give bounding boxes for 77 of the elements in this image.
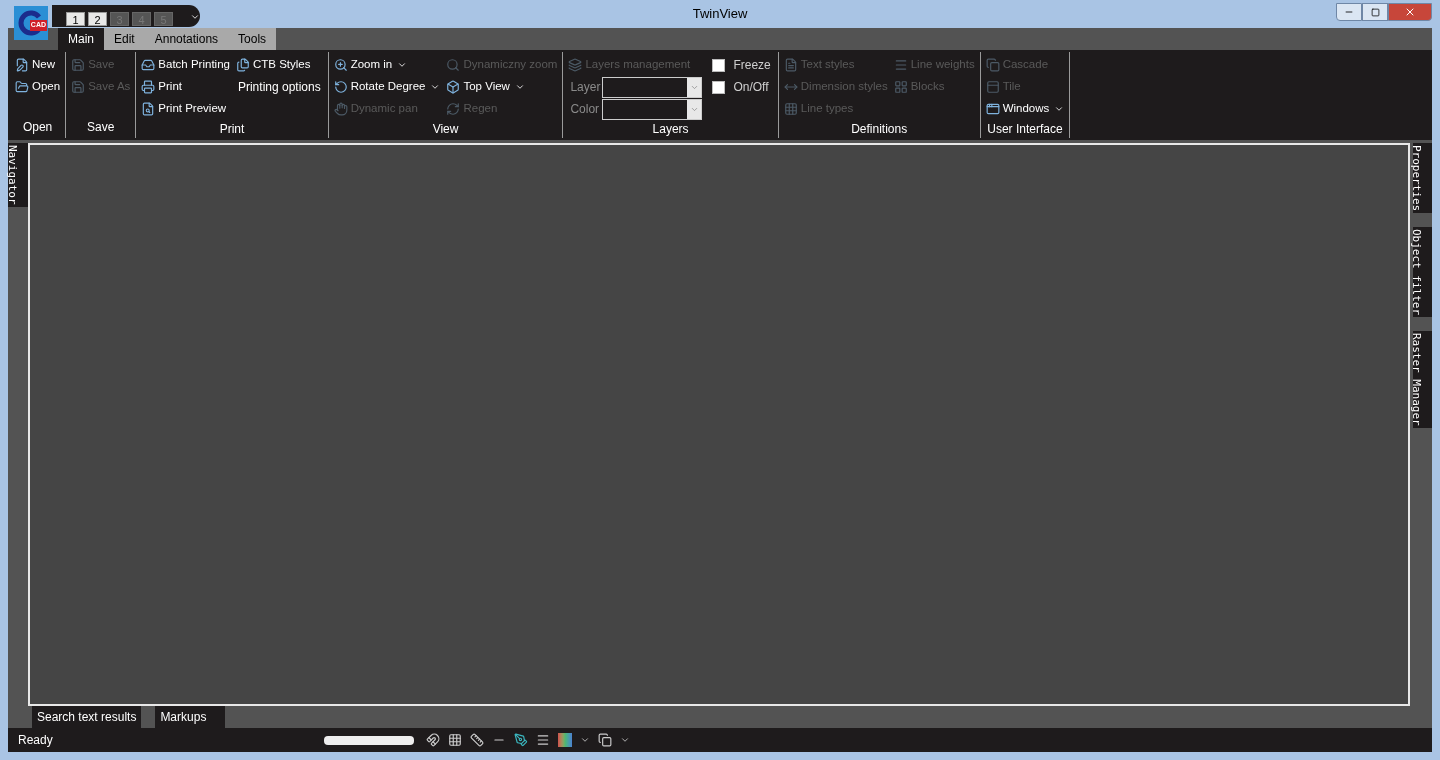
checkbox[interactable] bbox=[712, 80, 726, 94]
refresh-icon bbox=[446, 102, 461, 116]
floppy-icon bbox=[71, 80, 86, 94]
ribbon-tab[interactable]: Tools bbox=[228, 28, 277, 50]
group-label: Save bbox=[86, 119, 116, 136]
field-label: Layer bbox=[570, 79, 599, 96]
block-icon bbox=[893, 80, 908, 94]
magnet-icon[interactable] bbox=[426, 733, 440, 747]
ruler-icon[interactable] bbox=[470, 733, 484, 747]
group-label: Definitions bbox=[850, 121, 909, 138]
ribbon-button[interactable]: CTB Styles bbox=[233, 54, 325, 76]
status-text: Ready bbox=[18, 732, 54, 749]
pages-icon bbox=[235, 58, 250, 72]
checkbox[interactable] bbox=[712, 58, 726, 72]
group-label: Open bbox=[21, 119, 54, 136]
search-icon bbox=[446, 58, 461, 72]
ribbon-tab[interactable]: Annotations bbox=[144, 28, 229, 50]
command-field[interactable] bbox=[324, 735, 414, 745]
panel-tab[interactable]: Search text results bbox=[32, 706, 142, 728]
caret-icon[interactable] bbox=[620, 735, 630, 745]
side-panel-tab[interactable]: Navigator bbox=[8, 143, 28, 207]
ribbon-button[interactable]: Windows bbox=[983, 98, 1067, 120]
rotate-icon bbox=[333, 80, 348, 94]
preview-icon bbox=[141, 102, 156, 116]
pen-icon[interactable] bbox=[514, 733, 528, 747]
hand-icon bbox=[333, 102, 348, 116]
folder-icon bbox=[15, 80, 29, 94]
cube-icon bbox=[446, 80, 461, 94]
side-panel-tab[interactable]: Object filter bbox=[1413, 227, 1432, 318]
grid-icon[interactable] bbox=[448, 733, 462, 747]
ribbon-tab[interactable]: Edit bbox=[104, 28, 145, 50]
new-file-icon bbox=[15, 58, 29, 72]
field-label: Color bbox=[570, 101, 599, 118]
dropdown-field[interactable] bbox=[602, 76, 703, 98]
close-icon bbox=[1404, 6, 1416, 18]
group-label: Layers bbox=[651, 121, 690, 138]
key-tip[interactable]: 2 bbox=[88, 12, 107, 26]
zoom-in-icon bbox=[333, 58, 348, 72]
logo-mark-icon bbox=[18, 10, 44, 36]
printer-icon bbox=[141, 80, 156, 94]
checkbox-label: On/Off bbox=[733, 79, 769, 96]
maximize-icon bbox=[1370, 7, 1380, 17]
cascade-icon bbox=[985, 58, 1000, 72]
ribbon-button[interactable]: New bbox=[13, 54, 63, 76]
grid-icon bbox=[783, 102, 798, 116]
ribbon-button[interactable]: Zoom in bbox=[331, 54, 443, 76]
lines-icon[interactable] bbox=[536, 733, 550, 747]
minimize-button[interactable] bbox=[1336, 3, 1362, 21]
color-swatch-icon[interactable] bbox=[558, 733, 572, 747]
ribbon-button[interactable]: Open bbox=[13, 76, 63, 98]
key-tip[interactable]: 1 bbox=[66, 12, 85, 26]
ribbon-button[interactable]: Printing options bbox=[233, 76, 325, 98]
document-icon bbox=[783, 58, 798, 72]
tile-icon bbox=[985, 80, 1000, 94]
window-icon bbox=[985, 102, 1000, 116]
ribbon-tab[interactable]: Main bbox=[58, 28, 104, 50]
window-title: TwinView bbox=[692, 5, 748, 24]
side-panel-tab[interactable]: Properties bbox=[1413, 143, 1432, 214]
ribbon-button[interactable]: Batch Printing bbox=[139, 54, 232, 76]
dropdown-field[interactable] bbox=[602, 98, 703, 120]
panel-tab[interactable]: Markups bbox=[155, 706, 226, 728]
ribbon-button[interactable]: Rotate Degree bbox=[331, 76, 443, 98]
maximize-button[interactable] bbox=[1362, 3, 1388, 21]
ribbon-button[interactable]: Print Preview bbox=[139, 98, 232, 120]
customize-caret-icon[interactable] bbox=[190, 12, 200, 22]
group-label: View bbox=[431, 121, 460, 138]
floppy-icon bbox=[71, 58, 86, 72]
checkbox-label: Freeze bbox=[733, 57, 771, 74]
group-label: Print bbox=[218, 121, 246, 138]
caret-icon[interactable] bbox=[580, 735, 590, 745]
group-label: User Interface bbox=[986, 121, 1064, 138]
tray-icon bbox=[141, 58, 156, 72]
ribbon-button[interactable]: Print bbox=[139, 76, 232, 98]
side-panel-tab[interactable]: Raster Manager bbox=[1413, 331, 1432, 429]
ribbon-button[interactable]: Top View bbox=[444, 76, 560, 98]
layers-icon bbox=[568, 58, 583, 72]
lines-icon bbox=[893, 58, 908, 72]
